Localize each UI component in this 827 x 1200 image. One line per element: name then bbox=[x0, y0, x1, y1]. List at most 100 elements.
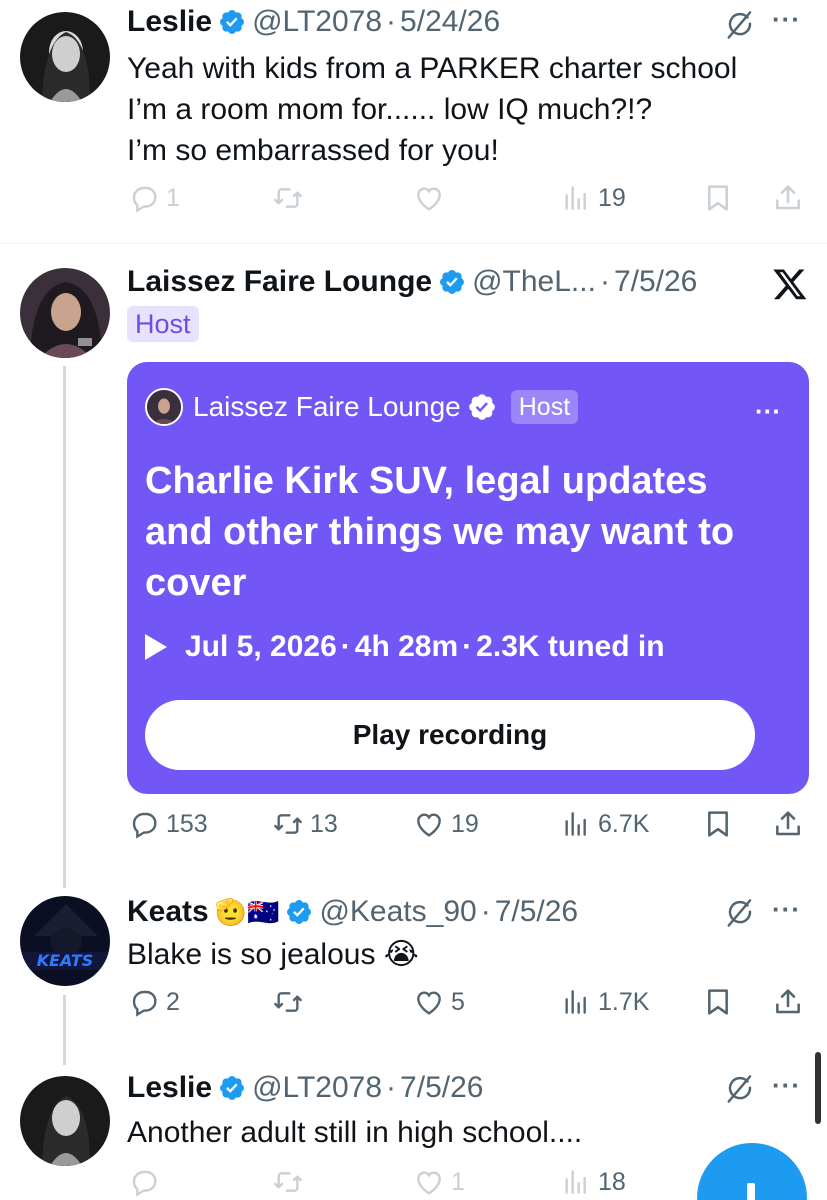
tweet-header: Leslie @LT2078 · 5/24/26 bbox=[127, 4, 500, 40]
compose-icon bbox=[747, 1183, 755, 1200]
retweet-button[interactable] bbox=[272, 182, 304, 214]
share-button[interactable] bbox=[772, 808, 804, 840]
like-icon bbox=[413, 1166, 445, 1198]
tweet-header: Laissez Faire Lounge @TheL... · 7/5/26 bbox=[127, 264, 697, 300]
action-bar: 153 13 19 6.7K bbox=[0, 808, 827, 848]
reply-count: 153 bbox=[166, 809, 208, 838]
tweet-leslie-1[interactable]: Leslie @LT2078 · 5/24/26 ··· Yeah with k… bbox=[0, 0, 827, 240]
verified-badge-icon bbox=[218, 1074, 246, 1102]
retweet-count: 13 bbox=[310, 809, 338, 838]
bookmark-icon bbox=[702, 808, 734, 840]
timestamp[interactable]: 5/24/26 bbox=[400, 4, 500, 40]
verified-badge-icon bbox=[438, 268, 466, 296]
play-icon bbox=[145, 634, 167, 660]
tweet-text: Blake is so jealous 😭 bbox=[127, 938, 419, 971]
views-button[interactable]: 18 bbox=[560, 1166, 626, 1198]
share-icon bbox=[772, 182, 804, 214]
tweet-text: Another adult still in high school.... bbox=[127, 1116, 583, 1149]
separator: · bbox=[599, 265, 610, 298]
like-button[interactable]: 1 bbox=[413, 1166, 465, 1198]
space-meta: Jul 5, 2026 · 4h 28m · 2.3K tuned in bbox=[145, 630, 665, 664]
play-recording-button[interactable]: Play recording bbox=[145, 700, 755, 770]
views-count: 18 bbox=[598, 1167, 626, 1196]
like-count: 19 bbox=[451, 809, 479, 838]
reply-icon bbox=[128, 986, 160, 1018]
timestamp[interactable]: 7/5/26 bbox=[614, 264, 697, 300]
like-count: 5 bbox=[451, 987, 465, 1016]
views-icon bbox=[560, 986, 592, 1018]
views-icon bbox=[560, 1166, 592, 1198]
bookmark-button[interactable] bbox=[702, 808, 734, 840]
separator: · bbox=[340, 630, 351, 663]
verified-badge-icon bbox=[285, 898, 313, 926]
views-button[interactable]: 1.7K bbox=[560, 986, 649, 1018]
views-button[interactable]: 6.7K bbox=[560, 808, 649, 840]
display-name[interactable]: Laissez Faire Lounge bbox=[127, 264, 432, 300]
display-name[interactable]: Leslie bbox=[127, 1070, 212, 1106]
avatar[interactable] bbox=[20, 268, 110, 358]
handle[interactable]: @TheL... bbox=[472, 264, 596, 300]
like-icon bbox=[413, 182, 445, 214]
reply-count: 2 bbox=[166, 987, 180, 1016]
reply-button[interactable]: 2 bbox=[128, 986, 180, 1018]
display-name[interactable]: Leslie bbox=[127, 4, 212, 40]
retweet-button[interactable] bbox=[272, 986, 304, 1018]
views-count: 1.7K bbox=[598, 987, 650, 1016]
separator: · bbox=[462, 630, 473, 663]
space-title: Charlie Kirk SUV, legal updates and othe… bbox=[145, 460, 735, 604]
host-label: Host bbox=[127, 306, 199, 342]
like-button[interactable]: 5 bbox=[413, 986, 465, 1018]
more-icon[interactable]: ··· bbox=[755, 396, 781, 427]
views-count: 6.7K bbox=[598, 809, 650, 838]
handle[interactable]: @LT2078 bbox=[252, 1070, 382, 1106]
timestamp[interactable]: 7/5/26 bbox=[400, 1070, 483, 1106]
space-host-badge: Host bbox=[510, 390, 579, 424]
bookmark-icon bbox=[702, 182, 734, 214]
timestamp[interactable]: 7/5/26 bbox=[495, 894, 578, 930]
bookmark-icon bbox=[702, 986, 734, 1018]
display-name[interactable]: Keats bbox=[127, 894, 209, 930]
like-button[interactable]: 19 bbox=[413, 808, 479, 840]
share-button[interactable] bbox=[772, 182, 804, 214]
share-button[interactable] bbox=[772, 986, 804, 1018]
verified-badge-icon bbox=[468, 394, 495, 420]
avatar[interactable]: KEATS bbox=[20, 896, 110, 986]
separator: · bbox=[386, 1071, 397, 1104]
reply-button[interactable] bbox=[128, 1166, 160, 1198]
avatar[interactable] bbox=[20, 12, 110, 102]
like-icon bbox=[413, 986, 445, 1018]
separator: · bbox=[480, 895, 491, 928]
retweet-icon bbox=[272, 986, 304, 1018]
x-logo-icon[interactable] bbox=[772, 266, 808, 302]
scrollbar[interactable] bbox=[815, 1052, 821, 1124]
views-count: 19 bbox=[598, 183, 626, 212]
views-icon bbox=[560, 182, 592, 214]
action-bar: 1 19 bbox=[0, 182, 827, 222]
retweet-button[interactable]: 13 bbox=[272, 808, 338, 840]
reply-icon bbox=[128, 808, 160, 840]
views-button[interactable]: 19 bbox=[560, 182, 626, 214]
svg-text:KEATS: KEATS bbox=[37, 951, 94, 970]
action-bar: 2 5 1.7K bbox=[0, 986, 827, 1026]
tweet-header: Leslie @LT2078 · 7/5/26 bbox=[127, 1070, 483, 1106]
avatar[interactable] bbox=[20, 1076, 110, 1166]
retweet-button[interactable] bbox=[272, 1166, 304, 1198]
tweet-header: Keats 🫡🇦🇺 @Keats_90 · 7/5/26 bbox=[127, 894, 578, 930]
more-icon[interactable]: ··· bbox=[772, 894, 801, 925]
handle[interactable]: @LT2078 bbox=[252, 4, 382, 40]
handle[interactable]: @Keats_90 bbox=[319, 894, 476, 930]
space-card[interactable]: Laissez Faire Lounge Host ··· Charlie Ki… bbox=[127, 362, 809, 794]
space-host-avatar bbox=[145, 388, 183, 426]
reply-button[interactable]: 153 bbox=[128, 808, 208, 840]
grok-icon[interactable] bbox=[725, 1074, 755, 1104]
grok-icon[interactable] bbox=[725, 898, 755, 928]
bookmark-button[interactable] bbox=[702, 986, 734, 1018]
like-button[interactable] bbox=[413, 182, 445, 214]
more-icon[interactable]: ··· bbox=[772, 1070, 801, 1101]
like-count: 1 bbox=[451, 1167, 465, 1196]
reply-button[interactable]: 1 bbox=[128, 182, 180, 214]
more-icon[interactable]: ··· bbox=[772, 4, 801, 35]
bookmark-button[interactable] bbox=[702, 182, 734, 214]
grok-icon[interactable] bbox=[725, 10, 755, 40]
host-badge: Host bbox=[127, 306, 199, 342]
